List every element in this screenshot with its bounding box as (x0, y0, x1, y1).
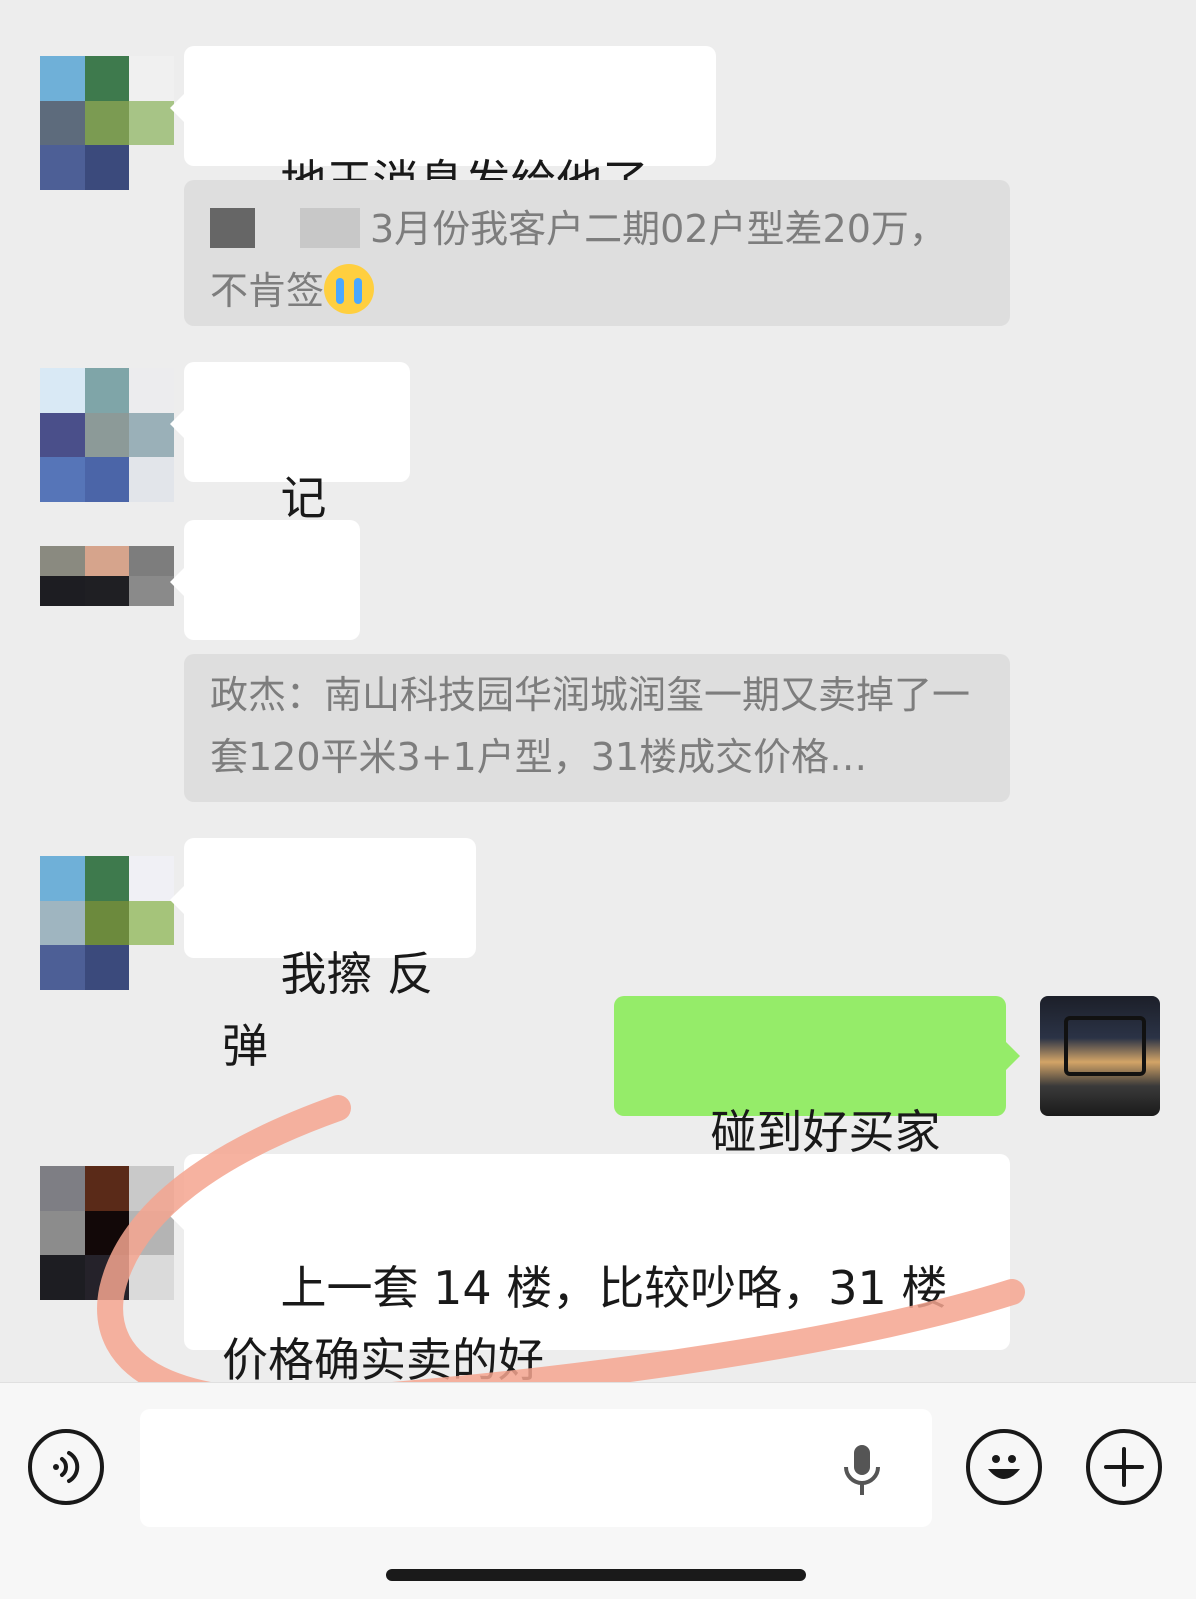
message-bubble-outgoing[interactable]: 碰到好买家了 (614, 996, 1020, 1231)
avatar-self[interactable] (1040, 996, 1160, 1116)
microphone-icon[interactable] (840, 1443, 884, 1499)
message-text: 上一套 14 楼，比较吵咯，31 楼价格确实卖的好 (222, 1261, 948, 1382)
message-bubble[interactable]: 上一套 14 楼，比较吵咯，31 楼价格确实卖的好 (170, 1154, 1010, 1382)
message-bubble[interactable]: 真的 (170, 520, 360, 755)
quote-sender-blurred (210, 208, 360, 248)
message-bubble[interactable]: 我擦 反弹 (170, 838, 476, 1073)
crying-face-icon (324, 264, 375, 314)
quoted-message[interactable]: 政杰：南山科技园华润城润玺一期又卖掉了一套120平米3+1户型，31楼成交价格… (184, 654, 1010, 802)
avatar[interactable] (40, 856, 174, 990)
message-text: 我擦 反弹 (222, 947, 434, 1073)
home-indicator[interactable] (386, 1569, 806, 1581)
quoted-message[interactable]: 3月份我客户二期02户型差20万，不肯签 (184, 180, 1010, 326)
avatar[interactable] (40, 546, 174, 636)
avatar[interactable] (40, 1166, 174, 1300)
message-bubble[interactable]: 记得发 (170, 362, 410, 597)
chat-area: 地王消息发给他了吗 3月份我客户二期02户型差20万，不肯签 记得发 真的 政杰… (0, 0, 1196, 1382)
message-input[interactable] (140, 1409, 932, 1527)
input-bar (0, 1382, 1196, 1599)
quote-text: 政杰：南山科技园华润城润玺一期又卖掉了一套120平米3+1户型，31楼成交价格… (210, 673, 971, 779)
avatar[interactable] (40, 368, 174, 502)
message-bubble[interactable]: 地王消息发给他了吗 (170, 46, 716, 281)
avatar[interactable] (40, 56, 174, 190)
emoji-icon[interactable] (966, 1429, 1042, 1505)
voice-icon[interactable] (28, 1429, 104, 1505)
plus-icon[interactable] (1086, 1429, 1162, 1505)
